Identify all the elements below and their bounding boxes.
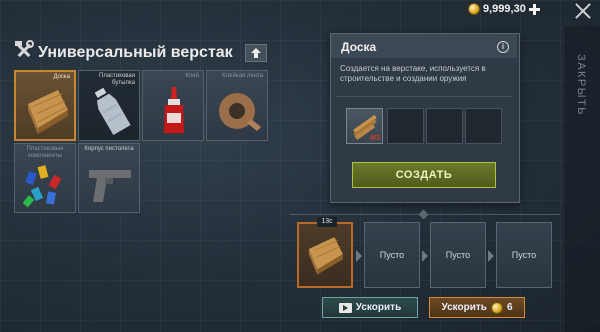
queue-slot-active[interactable] bbox=[297, 222, 353, 288]
page-title: Универсальный верстак bbox=[38, 44, 233, 61]
recipe-item-plastic-bottle[interactable]: Пластиковая бутылка bbox=[78, 70, 140, 141]
coin-icon bbox=[490, 301, 503, 314]
recipe-label: Доска bbox=[53, 74, 70, 80]
speedup-video-label: Ускорить bbox=[355, 302, 402, 313]
recipe-item-pistol-frame[interactable]: Корпус пистолета bbox=[78, 143, 140, 213]
recipe-item-glue[interactable]: Клей bbox=[142, 70, 204, 141]
ingredient-count: 0/3 bbox=[370, 135, 380, 142]
recipe-item-tape[interactable]: Клейкая лента bbox=[206, 70, 268, 141]
ingredient-slot-empty bbox=[426, 108, 463, 144]
divider bbox=[336, 96, 512, 97]
info-icon[interactable]: i bbox=[497, 41, 509, 53]
speedup-gold-button[interactable]: Ускорить 6 bbox=[429, 297, 525, 318]
recipe-item-plank[interactable]: Доска bbox=[14, 70, 76, 141]
arrow-right-icon bbox=[488, 250, 494, 262]
close-button[interactable] bbox=[572, 0, 594, 22]
ingredient-slot-empty bbox=[387, 108, 424, 144]
wood-plank-icon bbox=[308, 237, 343, 275]
queue-slot[interactable]: Пусто bbox=[364, 222, 420, 288]
upgrade-button[interactable] bbox=[245, 44, 267, 62]
recipe-label: Пластиковые компоненты bbox=[26, 146, 64, 159]
plastic-components-icon bbox=[23, 165, 62, 208]
ingredient-slot-empty bbox=[465, 108, 502, 144]
queue-slot[interactable]: Пусто bbox=[430, 222, 486, 288]
glue-icon bbox=[164, 87, 184, 133]
tape-icon bbox=[219, 93, 261, 131]
create-button[interactable]: СОЗДАТЬ bbox=[352, 162, 496, 188]
ingredient-slot[interactable]: 0/3 bbox=[346, 108, 383, 144]
close-label[interactable]: ЗАКРЫТЬ bbox=[575, 54, 587, 116]
wood-plank-icon bbox=[28, 90, 68, 134]
queue-slot[interactable]: Пусто bbox=[496, 222, 552, 288]
speedup-gold-label: Ускорить bbox=[441, 302, 487, 313]
plastic-bottle-icon bbox=[94, 87, 131, 136]
add-currency-icon[interactable] bbox=[528, 3, 540, 15]
recipe-item-plastic-components[interactable]: Пластиковые компоненты bbox=[14, 143, 76, 213]
video-icon bbox=[338, 302, 352, 313]
speedup-video-button[interactable]: Ускорить bbox=[322, 297, 418, 318]
arrow-right-icon bbox=[422, 250, 428, 262]
recipe-label: Корпус пистолета bbox=[84, 146, 134, 152]
speedup-gold-cost: 6 bbox=[506, 302, 513, 313]
detail-description: Создается на верстаке, используется в ст… bbox=[340, 64, 486, 83]
queue-timer: 13с bbox=[317, 217, 337, 227]
recipe-label: Клейкая лента bbox=[222, 73, 263, 79]
detail-title: Доска bbox=[341, 40, 377, 54]
arrow-up-icon bbox=[251, 48, 261, 58]
currency-display: 9,999,30 bbox=[468, 2, 540, 16]
pistol-frame-icon bbox=[89, 170, 131, 202]
arrow-right-icon bbox=[356, 250, 362, 262]
currency-value: 9,999,30 bbox=[483, 3, 526, 15]
divider-ornament bbox=[418, 209, 429, 220]
crafting-tools-icon bbox=[15, 40, 34, 58]
recipe-label: Клей bbox=[185, 73, 199, 79]
coin-icon bbox=[468, 3, 480, 15]
